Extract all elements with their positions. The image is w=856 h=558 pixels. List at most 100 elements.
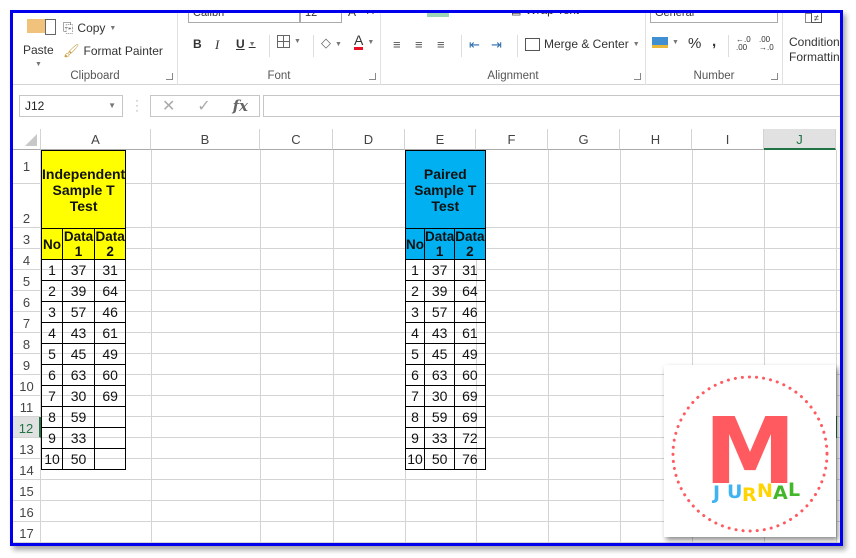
format-painter-button[interactable]: 🖌 Format Painter [63,43,163,59]
align-left-button[interactable]: ≡ [393,37,401,52]
row-header-12[interactable]: 12 [13,417,41,438]
data-cell[interactable]: 10 [405,448,425,470]
data-cell[interactable]: 4 [405,322,425,344]
column-header-cell[interactable]: No [405,228,425,260]
data-cell[interactable]: 69 [93,385,127,407]
data-cell[interactable]: 72 [454,427,486,449]
row-header-7[interactable]: 7 [13,312,41,333]
data-cell[interactable] [93,406,127,428]
data-cell[interactable]: 6 [41,364,63,386]
column-header-c[interactable]: C [260,129,333,150]
data-cell[interactable]: 59 [62,406,95,428]
wrap-text-button[interactable]: ▤ Wrap Text [511,13,579,17]
formula-bar-grip-icon[interactable]: · · · [135,94,139,116]
data-cell[interactable]: 30 [423,385,456,407]
data-cell[interactable]: 46 [454,301,486,323]
data-cell[interactable]: 1 [405,259,425,281]
confirm-entry-icon[interactable]: ✓ [197,96,210,116]
font-name-select[interactable]: Calibri [188,13,300,23]
fill-color-button[interactable]: ◇ ▼ [321,35,342,54]
column-header-cell[interactable]: Data 2 [454,228,486,260]
data-cell[interactable] [93,448,127,470]
data-cell[interactable]: 2 [405,280,425,302]
data-cell[interactable]: 45 [423,343,456,365]
table-title[interactable]: Paired Sample T Test [405,150,486,229]
middle-align-icon[interactable] [427,13,449,17]
row-header-3[interactable]: 3 [13,228,41,249]
insert-function-icon[interactable]: fx [233,97,248,115]
copy-dropdown-icon[interactable]: ▼ [109,25,116,32]
row-header-14[interactable]: 14 [13,459,41,480]
column-header-e[interactable]: E [405,129,476,150]
comma-style-button[interactable]: , [712,33,716,50]
data-cell[interactable]: 45 [62,343,95,365]
data-cell[interactable] [93,427,127,449]
data-cell[interactable]: 46 [93,301,127,323]
row-header-1[interactable]: 1 [13,150,41,184]
data-cell[interactable]: 57 [423,301,456,323]
paste-dropdown-icon[interactable]: ▼ [35,61,42,68]
data-cell[interactable]: 60 [93,364,127,386]
column-header-a[interactable]: A [41,129,151,150]
accounting-format-button[interactable]: ▼ [652,37,679,48]
row-header-5[interactable]: 5 [13,270,41,291]
data-cell[interactable]: 63 [62,364,95,386]
data-cell[interactable]: 10 [41,448,63,470]
name-box-dropdown-icon[interactable]: ▼ [108,96,116,116]
data-cell[interactable]: 9 [41,427,63,449]
align-right-button[interactable]: ≡ [437,37,445,52]
data-cell[interactable]: 50 [423,448,456,470]
number-launcher-icon[interactable] [771,73,778,80]
fill-color-dropdown-icon[interactable]: ▼ [335,41,342,48]
row-header-4[interactable]: 4 [13,249,41,270]
row-header-15[interactable]: 15 [13,480,41,501]
data-cell[interactable]: 4 [41,322,63,344]
paste-button[interactable]: Paste [23,43,54,57]
data-cell[interactable]: 5 [405,343,425,365]
grow-font-button[interactable]: A [348,13,356,19]
clipboard-launcher-icon[interactable] [166,73,173,80]
data-cell[interactable]: 3 [405,301,425,323]
row-header-17[interactable]: 17 [13,522,41,543]
data-cell[interactable]: 57 [62,301,95,323]
data-cell[interactable]: 43 [62,322,95,344]
copy-button[interactable]: ⎘ Copy ▼ [63,20,116,36]
data-cell[interactable]: 64 [454,280,486,302]
font-launcher-icon[interactable] [369,73,376,80]
row-header-16[interactable]: 16 [13,501,41,522]
data-cell[interactable]: 30 [62,385,95,407]
align-center-button[interactable]: ≡ [415,37,423,52]
column-header-cell[interactable]: No [41,228,63,260]
data-cell[interactable]: 39 [423,280,456,302]
column-header-h[interactable]: H [620,129,692,150]
increase-indent-button[interactable]: ⇥ [491,37,502,53]
data-cell[interactable]: 5 [41,343,63,365]
italic-button[interactable]: I [215,37,219,53]
borders-button[interactable]: ▼ [277,35,301,48]
cancel-entry-icon[interactable]: ✕ [162,96,175,116]
font-color-button[interactable]: A ▼ [354,33,374,50]
decrease-indent-button[interactable]: ⇤ [469,37,480,53]
row-header-11[interactable]: 11 [13,396,41,417]
data-cell[interactable]: 1 [41,259,63,281]
data-cell[interactable]: 76 [454,448,486,470]
borders-dropdown-icon[interactable]: ▼ [294,38,301,45]
number-format-select[interactable]: General [650,13,778,23]
data-cell[interactable]: 8 [405,406,425,428]
data-cell[interactable]: 2 [41,280,63,302]
data-cell[interactable]: 64 [93,280,127,302]
column-header-cell[interactable]: Data 1 [62,228,95,260]
data-cell[interactable]: 33 [423,427,456,449]
data-cell[interactable]: 9 [405,427,425,449]
row-header-6[interactable]: 6 [13,291,41,312]
data-cell[interactable]: 49 [454,343,486,365]
bold-button[interactable]: B [193,37,202,51]
table-title[interactable]: Independent Sample T Test [40,150,127,229]
merge-dropdown-icon[interactable]: ▼ [633,41,640,48]
select-all-button[interactable] [13,129,41,150]
formula-input[interactable] [263,95,840,117]
data-cell[interactable]: 50 [62,448,95,470]
column-header-cell[interactable]: Data 1 [423,228,456,260]
data-cell[interactable]: 7 [41,385,63,407]
row-header-8[interactable]: 8 [13,333,41,354]
